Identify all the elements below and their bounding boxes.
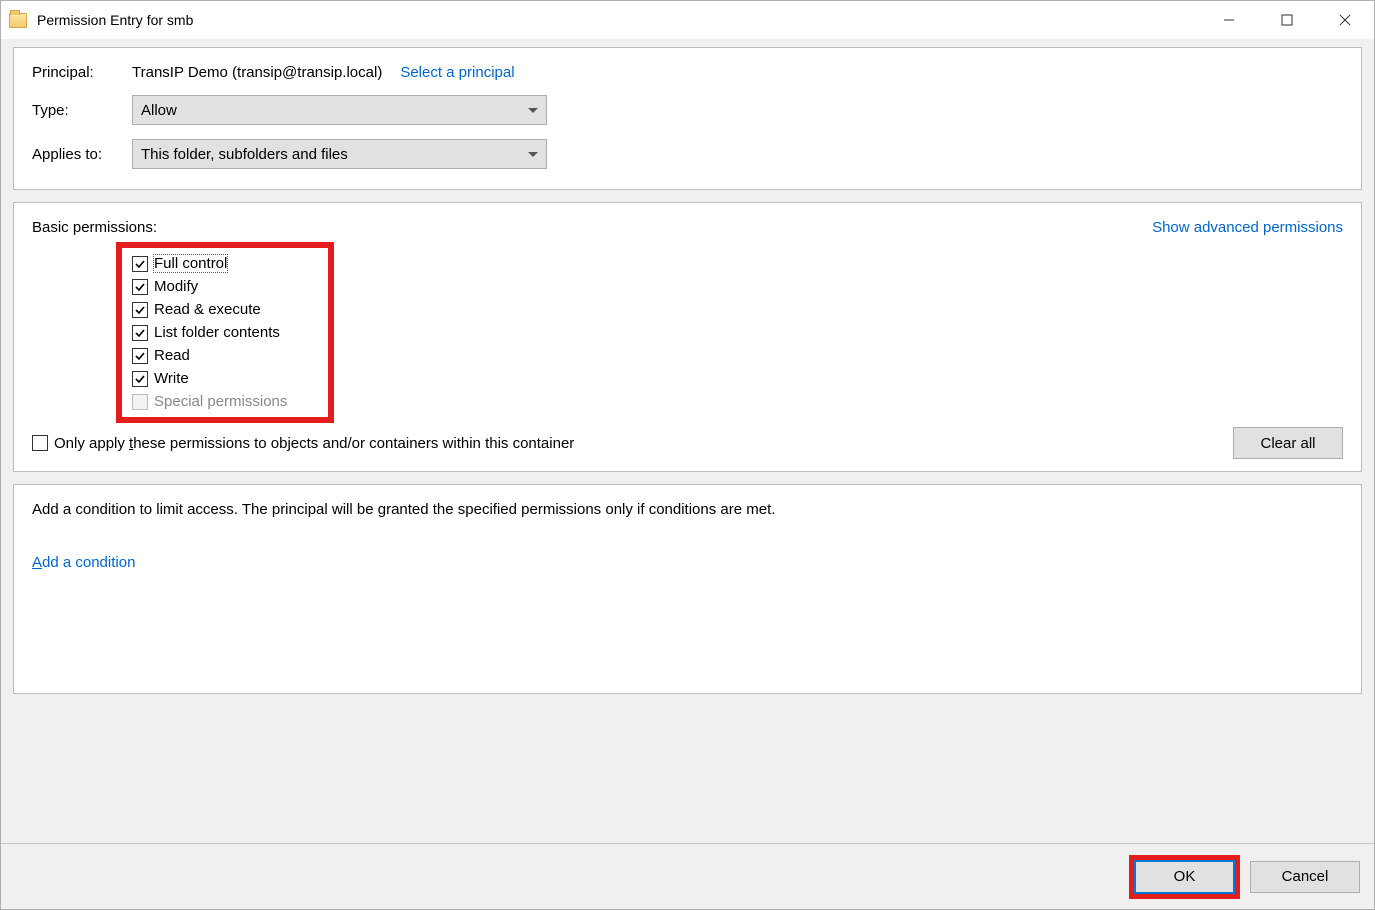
permission-checkbox[interactable] xyxy=(132,279,148,295)
applies-to-select[interactable]: This folder, subfolders and files xyxy=(132,139,547,169)
condition-description: Add a condition to limit access. The pri… xyxy=(32,501,1343,518)
check-icon xyxy=(134,281,146,293)
permission-label: Special permissions xyxy=(154,393,287,410)
applies-to-row: Applies to: This folder, subfolders and … xyxy=(32,139,1343,169)
applies-to-label: Applies to: xyxy=(32,146,132,163)
permission-checkbox[interactable] xyxy=(132,302,148,318)
condition-panel: Add a condition to limit access. The pri… xyxy=(13,484,1362,694)
content-area: Principal: TransIP Demo (transip@transip… xyxy=(1,39,1374,843)
check-icon xyxy=(134,304,146,316)
chevron-down-icon xyxy=(528,152,538,157)
window-buttons xyxy=(1200,1,1374,39)
select-principal-link[interactable]: Select a principal xyxy=(400,64,514,81)
type-label: Type: xyxy=(32,102,132,119)
permission-item[interactable]: Modify xyxy=(132,275,316,298)
applies-to-value: This folder, subfolders and files xyxy=(141,146,348,163)
principal-label: Principal: xyxy=(32,64,132,81)
chevron-down-icon xyxy=(528,108,538,113)
permission-label: Read xyxy=(154,347,190,364)
titlebar: Permission Entry for smb xyxy=(1,1,1374,39)
type-select[interactable]: Allow xyxy=(132,95,547,125)
check-icon xyxy=(134,350,146,362)
permission-item[interactable]: Read & execute xyxy=(132,298,316,321)
permissions-list: Full control Modify Read & execute List fol… xyxy=(116,242,334,423)
ok-highlight: OK xyxy=(1129,855,1240,899)
principal-row: Principal: TransIP Demo (transip@transip… xyxy=(32,64,1343,81)
permission-label: Write xyxy=(154,370,189,387)
permission-item[interactable]: Full control xyxy=(132,252,316,275)
clear-all-button[interactable]: Clear all xyxy=(1233,427,1343,459)
footer: OK Cancel xyxy=(1,843,1374,909)
check-icon xyxy=(134,327,146,339)
permission-checkbox[interactable] xyxy=(132,256,148,272)
close-button[interactable] xyxy=(1316,1,1374,39)
permission-item[interactable]: Read xyxy=(132,344,316,367)
permission-label: Modify xyxy=(154,278,198,295)
only-apply-checkbox-group[interactable]: Only apply these permissions to objects … xyxy=(32,435,574,452)
permission-item: Special permissions xyxy=(132,390,316,413)
window-title: Permission Entry for smb xyxy=(37,12,1200,28)
basic-permissions-label: Basic permissions: xyxy=(32,219,157,236)
minimize-icon xyxy=(1223,14,1235,26)
ok-button[interactable]: OK xyxy=(1134,860,1235,894)
permission-checkbox[interactable] xyxy=(132,371,148,387)
permission-checkbox xyxy=(132,394,148,410)
principal-value: TransIP Demo (transip@transip.local) xyxy=(132,64,382,81)
minimize-button[interactable] xyxy=(1200,1,1258,39)
close-icon xyxy=(1339,14,1351,26)
cancel-button[interactable]: Cancel xyxy=(1250,861,1360,893)
type-value: Allow xyxy=(141,102,177,119)
permission-label: Full control xyxy=(154,255,227,272)
window: Permission Entry for smb Principal: Tran… xyxy=(0,0,1375,910)
only-apply-label: Only apply these permissions to objects … xyxy=(54,435,574,452)
maximize-button[interactable] xyxy=(1258,1,1316,39)
add-condition-link[interactable]: Add a condition xyxy=(32,554,135,571)
permission-label: List folder contents xyxy=(154,324,280,341)
only-apply-checkbox[interactable] xyxy=(32,435,48,451)
permission-item[interactable]: Write xyxy=(132,367,316,390)
permission-label: Read & execute xyxy=(154,301,261,318)
only-apply-row: Only apply these permissions to objects … xyxy=(32,427,1343,459)
folder-icon xyxy=(9,13,27,28)
permissions-header: Basic permissions: Show advanced permiss… xyxy=(32,219,1343,236)
check-icon xyxy=(134,258,146,270)
permission-checkbox[interactable] xyxy=(132,325,148,341)
show-advanced-link[interactable]: Show advanced permissions xyxy=(1152,219,1343,236)
permission-item[interactable]: List folder contents xyxy=(132,321,316,344)
type-row: Type: Allow xyxy=(32,95,1343,125)
permission-checkbox[interactable] xyxy=(132,348,148,364)
permissions-panel: Basic permissions: Show advanced permiss… xyxy=(13,202,1362,472)
check-icon xyxy=(134,373,146,385)
maximize-icon xyxy=(1281,14,1293,26)
principal-panel: Principal: TransIP Demo (transip@transip… xyxy=(13,47,1362,190)
